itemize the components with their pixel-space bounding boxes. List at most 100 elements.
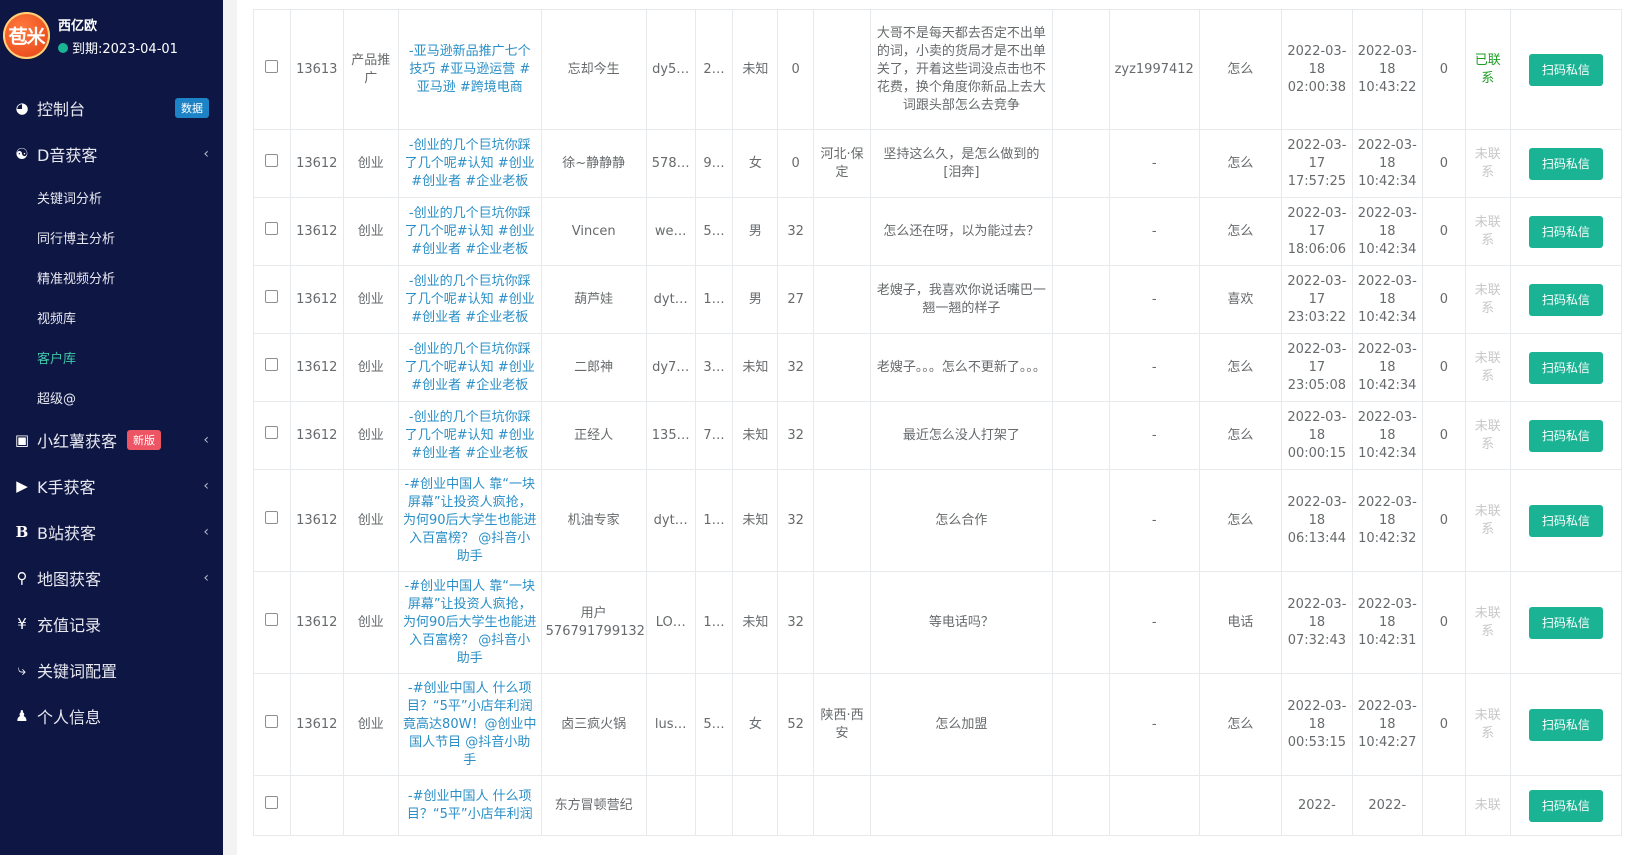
nav-kuaishou[interactable]: ▶ K手获客 ‹ (0, 463, 223, 509)
cell-video-title[interactable]: -亚马逊新品推广七个技巧 #亚马逊运营 #亚马逊 #跨境电商 (397, 9, 542, 130)
side-nav: ◕ 控制台 数据 ☯ D音获客 ‹ 关键词分析 同行博主分析 精准视频分析 视频… (0, 85, 223, 739)
cell-region (812, 571, 872, 674)
scan-message-button[interactable]: 扫码私信 (1528, 147, 1603, 180)
nav-bilibili[interactable]: B B站获客 ‹ (0, 509, 223, 555)
profile-block: 苞米 西亿欧 到期:2023-04-01 (0, 0, 223, 80)
cell-crawl-time: 2022-03-18 10:42:34 (1351, 197, 1423, 266)
chevron-left-icon: ‹ (203, 524, 209, 540)
cell-region (812, 9, 872, 130)
scan-message-button[interactable]: 扫码私信 (1528, 708, 1603, 741)
cell-age: 0 (777, 129, 814, 198)
sub-precise-video-analysis[interactable]: 精准视频分析 (0, 257, 223, 297)
cell-crawl-time: 2022-03-18 10:42:32 (1351, 469, 1423, 572)
cell-keyword: 怎么 (1198, 673, 1283, 776)
nav-keyword-config[interactable]: ⤷ 关键词配置 (0, 647, 223, 693)
cell-video-title[interactable]: -创业的几个巨坑你踩了几个呢#认知 #创业 #创业者 #企业老板 (397, 129, 542, 198)
cell-video-title[interactable]: -#创业中国人 什么项目？“5平”小店年利润 (397, 775, 542, 836)
nav-xiaohongshu[interactable]: ▣ 小红薯获客 新版 ‹ (0, 417, 223, 463)
cell-gender: 女 (732, 129, 779, 198)
cell-video-title[interactable]: -创业的几个巨坑你踩了几个呢#认知 #创业 #创业者 #企业老板 (397, 333, 542, 402)
cell-crawl-time: 2022-03-18 10:42:34 (1351, 265, 1423, 334)
cell-empty (1051, 775, 1110, 836)
nav-map[interactable]: ⚲ 地图获客 ‹ (0, 555, 223, 601)
cell-video-title[interactable]: -创业的几个巨坑你踩了几个呢#认知 #创业 #创业者 #企业老板 (397, 197, 542, 266)
scan-message-button[interactable]: 扫码私信 (1528, 789, 1603, 822)
sub-super-at[interactable]: 超级@ (0, 377, 223, 417)
nav-recharge[interactable]: ¥ 充值记录 (0, 601, 223, 647)
cell-fans: 9… (694, 129, 734, 198)
scan-message-button[interactable]: 扫码私信 (1528, 351, 1603, 384)
sub-peer-blogger-analysis[interactable]: 同行博主分析 (0, 217, 223, 257)
action-cell: 扫码私信 (1509, 469, 1623, 572)
table-row: 13612 创业 -创业的几个巨坑你踩了几个呢#认知 #创业 #创业者 #企业老板葫… (253, 265, 1623, 334)
nav-dashboard[interactable]: ◕ 控制台 数据 (0, 85, 223, 131)
row-checkbox[interactable] (265, 154, 279, 167)
cell-comment (870, 775, 1053, 836)
scan-message-button[interactable]: 扫码私信 (1528, 419, 1603, 452)
cell-account: dy7… (645, 333, 696, 402)
sub-video-library[interactable]: 视频库 (0, 297, 223, 337)
cell-gender: 未知 (732, 9, 779, 130)
cell-age: 32 (777, 197, 814, 266)
row-checkbox[interactable] (265, 715, 279, 728)
row-checkbox[interactable] (265, 796, 279, 809)
cell-video-title[interactable]: -创业的几个巨坑你踩了几个呢#认知 #创业 #创业者 #企业老板 (397, 401, 542, 470)
cell-contact-status: 未联系 (1464, 265, 1511, 334)
cell-wechat: - (1108, 197, 1200, 266)
cell-gender: 未知 (732, 333, 779, 402)
cell-account: dyt… (645, 265, 696, 334)
table-row: 13612 创业 -#创业中国人 靠“一块屏幕”让投资人疯抢，为何90后大学生也能进… (253, 571, 1623, 674)
nav-douyin[interactable]: ☯ D音获客 ‹ (0, 131, 223, 177)
cell-count: 0 (1421, 469, 1466, 572)
cell-category: 产品推广 (342, 9, 399, 130)
scan-message-button[interactable]: 扫码私信 (1528, 215, 1603, 248)
cell-empty (1051, 9, 1110, 130)
scan-message-button[interactable]: 扫码私信 (1528, 504, 1603, 537)
cell-comment: 等电话吗？ (870, 571, 1053, 674)
scan-message-button[interactable]: 扫码私信 (1528, 53, 1603, 86)
scan-message-button[interactable]: 扫码私信 (1528, 283, 1603, 316)
cell-video-title[interactable]: -#创业中国人 什么项目？“5平”小店年利润竟高达80W！@创业中国人节目 @抖… (397, 673, 542, 776)
cell-contact-status: 已联系 (1464, 9, 1511, 130)
row-checkbox[interactable] (265, 60, 279, 73)
row-checkbox[interactable] (265, 511, 279, 524)
cell-id: 13612 (289, 197, 344, 266)
cell-crawl-time: 2022-03-18 10:42:27 (1351, 673, 1423, 776)
cell-age: 52 (777, 673, 814, 776)
cell-count: 0 (1421, 401, 1466, 470)
cell-wechat: - (1108, 571, 1200, 674)
brand-logo[interactable]: 苞米 (3, 12, 50, 59)
cell-video-title[interactable]: -创业的几个巨坑你踩了几个呢#认知 #创业 #创业者 #企业老板 (397, 265, 542, 334)
select-cell (253, 333, 291, 402)
cell-keyword: 电话 (1198, 571, 1283, 674)
nav-profile[interactable]: ♟ 个人信息 (0, 693, 223, 739)
cell-comment-time: 2022-03-17 23:05:08 (1281, 333, 1353, 402)
cell-count: 0 (1421, 673, 1466, 776)
sub-keyword-analysis[interactable]: 关键词分析 (0, 177, 223, 217)
cell-contact-status: 未联系 (1464, 197, 1511, 266)
cell-crawl-time: 2022- (1351, 775, 1423, 836)
main-area: 13613 产品推广 -亚马逊新品推广七个技巧 #亚马逊运营 #亚马逊 #跨境电商忘… (223, 0, 1642, 855)
dashboard-icon: ◕ (15, 99, 29, 117)
row-checkbox[interactable] (265, 290, 279, 303)
cell-age: 32 (777, 571, 814, 674)
nav-bili-label: B站获客 (37, 524, 96, 543)
row-checkbox[interactable] (265, 426, 279, 439)
cell-video-title[interactable]: -#创业中国人 靠“一块屏幕”让投资人疯抢，为何90后大学生也能进入百富榜？ @… (397, 469, 542, 572)
scan-message-button[interactable]: 扫码私信 (1528, 606, 1603, 639)
row-checkbox[interactable] (265, 358, 279, 371)
cell-age: 0 (777, 9, 814, 130)
select-cell (253, 9, 291, 130)
cell-account: 135… (645, 401, 696, 470)
cell-empty (1051, 333, 1110, 402)
cell-comment: 坚持这么久，是怎么做到的[泪奔] (870, 129, 1053, 198)
cell-gender (732, 775, 779, 836)
row-checkbox[interactable] (265, 613, 279, 626)
cell-video-title[interactable]: -#创业中国人 靠“一块屏幕”让投资人疯抢，为何90后大学生也能进入百富榜？ @… (397, 571, 542, 674)
cell-age: 27 (777, 265, 814, 334)
cell-comment: 大哥不是每天都去否定不出单的词，小卖的货局才是不出单关了，开着这些词没点击也不花… (870, 9, 1053, 130)
sub-customer-library[interactable]: 客户库 (0, 337, 223, 377)
username[interactable]: 西亿欧 (58, 15, 97, 34)
cell-nickname: 用户576791799132 (540, 571, 647, 674)
row-checkbox[interactable] (265, 222, 279, 235)
